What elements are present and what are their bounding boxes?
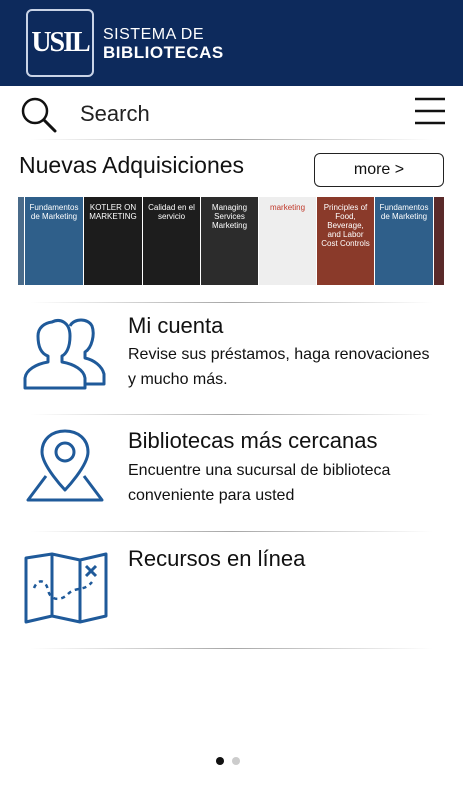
book-title: Calidad en el servicio	[148, 203, 195, 221]
menu-item-title: Bibliotecas más cercanas	[128, 428, 378, 453]
search-bar	[0, 88, 463, 140]
menu-item-bibliotecas[interactable]: Bibliotecas más cercanas Encuentre una s…	[0, 420, 463, 530]
hamburger-menu-icon[interactable]	[414, 96, 446, 126]
users-icon	[23, 318, 106, 390]
book-title: Managing Services Marketing	[211, 203, 248, 230]
book-title: Fundamentos de Marketing	[379, 203, 429, 221]
book-carousel[interactable]: Fundamentos de Marketing KOTLER ON MARKET…	[18, 197, 445, 285]
divider	[30, 531, 433, 532]
book-cover[interactable]: Managing Services Marketing	[201, 197, 259, 285]
treasure-map-icon	[24, 552, 108, 624]
page-indicator[interactable]	[216, 757, 248, 767]
page-dot-active[interactable]	[216, 757, 224, 765]
brand-line1: SISTEMA DE	[103, 26, 205, 43]
menu-item-description: Encuentre una sucursal de biblioteca con…	[128, 462, 391, 504]
section-title: Nuevas Adquisiciones	[19, 152, 245, 178]
book-cover[interactable]: Fundamentos de Marketing	[375, 197, 434, 285]
search-input[interactable]	[80, 97, 400, 131]
search-icon[interactable]	[20, 96, 58, 134]
map-pin-icon	[26, 429, 104, 502]
more-button[interactable]: more >	[314, 153, 444, 187]
book-cover[interactable]: marketing	[259, 197, 317, 285]
brand-line2: BIBLIOTECAS	[103, 43, 224, 62]
book-cover[interactable]: Fundamentos de Marketing	[25, 197, 84, 285]
menu-item-description: Revise sus préstamos, haga renovaciones …	[128, 346, 430, 388]
page-dot[interactable]	[232, 757, 240, 765]
book-title: Principles of Food, Beverage, and Labor …	[321, 203, 370, 248]
book-title: Fundamentos de Marketing	[29, 203, 79, 221]
book-cover[interactable]	[434, 197, 445, 285]
menu-item-mi-cuenta[interactable]: Mi cuenta Revise sus préstamos, haga ren…	[0, 308, 463, 413]
book-title: KOTLER ON MARKETING	[89, 203, 137, 221]
book-cover[interactable]: Calidad en el servicio	[143, 197, 201, 285]
menu-item-title: Recursos en línea	[128, 546, 306, 571]
menu-item-title: Mi cuenta	[128, 313, 224, 338]
divider	[30, 139, 433, 140]
divider	[30, 648, 433, 649]
book-cover[interactable]	[18, 197, 25, 285]
menu-item-recursos[interactable]: Recursos en línea	[0, 538, 463, 638]
book-cover[interactable]: KOTLER ON MARKETING	[84, 197, 143, 285]
logo-text: USIL	[31, 27, 90, 58]
divider	[30, 414, 433, 415]
book-title: marketing	[269, 203, 306, 212]
book-cover[interactable]: Principles of Food, Beverage, and Labor …	[317, 197, 375, 285]
app-header: USIL SISTEMA DE BIBLIOTECAS	[0, 0, 463, 86]
usil-logo: USIL	[26, 9, 94, 77]
divider	[30, 302, 433, 303]
